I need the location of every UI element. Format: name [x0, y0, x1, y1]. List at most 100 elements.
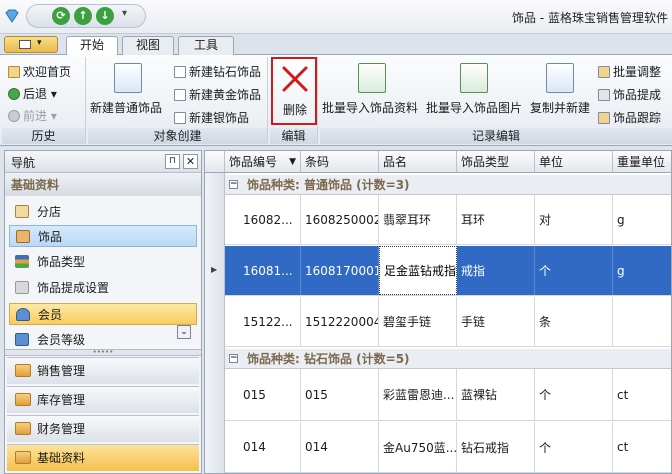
- new-silver-item-button[interactable]: 新建银饰品: [174, 109, 249, 126]
- cell-weight-unit[interactable]: g: [613, 246, 671, 295]
- commission-icon: [598, 89, 610, 101]
- ribbon-tab-row: ▾ 开始 视图 工具: [0, 34, 672, 56]
- cell-barcode[interactable]: 015: [301, 369, 379, 420]
- customize-toolbar-icon[interactable]: ▾: [122, 8, 127, 19]
- new-gold-item-button[interactable]: 新建黄金饰品: [174, 86, 261, 103]
- collapse-icon[interactable]: −: [229, 354, 238, 363]
- batch-import-data-button[interactable]: 批量导入饰品资料: [322, 99, 418, 116]
- collapse-icon[interactable]: −: [229, 180, 238, 189]
- nav-category-basic-data[interactable]: 基础资料: [7, 444, 199, 471]
- navigation-panel: 导航 ⊓ ✕ 基础资料 分店 饰品 饰品类型 饰品提成设置 会员 会员等级 ⌄ …: [4, 150, 202, 474]
- cell-unit[interactable]: 条: [535, 297, 613, 346]
- nav-item-member[interactable]: 会员: [9, 303, 197, 325]
- splitter-handle[interactable]: •••••: [5, 349, 201, 356]
- commission-icon: [15, 281, 29, 294]
- app-menu-button[interactable]: ▾: [4, 36, 58, 53]
- nav-title: 导航: [11, 156, 36, 170]
- jewelry-box-icon: [16, 230, 30, 243]
- table-row[interactable]: 014 014 金Au750蓝... 钻石戒指 个 ct: [225, 422, 671, 473]
- cell-barcode[interactable]: 014: [301, 422, 379, 472]
- cell-weight-unit[interactable]: ct: [613, 422, 671, 472]
- cell-unit[interactable]: 个: [535, 422, 613, 472]
- cell-name-focused[interactable]: 足金蓝钻戒指: [379, 246, 457, 295]
- tab-view[interactable]: 视图: [122, 36, 174, 55]
- column-header-barcode[interactable]: 条码: [301, 151, 379, 173]
- cell-item-code[interactable]: 014: [239, 422, 301, 472]
- cell-barcode[interactable]: 1512220004: [301, 297, 379, 346]
- cell-item-code[interactable]: 16082...: [239, 195, 301, 244]
- new-normal-item-button[interactable]: 新建普通饰品: [90, 99, 162, 116]
- nav-item-member-level[interactable]: 会员等级: [9, 329, 197, 347]
- tab-tools[interactable]: 工具: [178, 36, 234, 55]
- app-logo-icon: [4, 8, 20, 24]
- batch-adjust-button[interactable]: 批量调整: [598, 63, 661, 80]
- nav-item-commission-settings[interactable]: 饰品提成设置: [9, 277, 197, 299]
- folder-icon: [15, 451, 31, 464]
- nav-item-jewelry-type[interactable]: 饰品类型: [9, 251, 197, 273]
- cell-name[interactable]: 碧玺手链: [379, 297, 457, 346]
- cell-weight-unit[interactable]: ct: [613, 369, 671, 420]
- column-header-item-code[interactable]: 饰品编号 ▼: [225, 151, 301, 173]
- refresh-icon[interactable]: ⟳: [52, 7, 70, 25]
- new-doc-icon: [174, 66, 186, 78]
- forward-button[interactable]: 前进 ▾: [8, 107, 57, 124]
- row-indicator-header: [205, 151, 225, 173]
- history-group: 欢迎首页 后退 ▾ 前进 ▾ 历史: [2, 57, 86, 144]
- cell-barcode[interactable]: 1608170001: [301, 246, 379, 295]
- column-header-name[interactable]: 品名: [379, 151, 457, 173]
- delete-button[interactable]: 删除: [271, 57, 317, 125]
- table-row[interactable]: 15122... 1512220004 碧玺手链 手链 条: [225, 297, 671, 347]
- table-row-selected[interactable]: 16081... 1608170001 足金蓝钻戒指 戒指 个 g: [225, 246, 671, 296]
- move-up-icon[interactable]: ↑: [74, 7, 92, 25]
- cell-type[interactable]: 蓝裸钻: [457, 369, 535, 420]
- cell-item-code[interactable]: 15122...: [239, 297, 301, 346]
- cell-weight-unit[interactable]: g: [613, 195, 671, 244]
- commission-button[interactable]: 饰品提成: [598, 86, 661, 103]
- nav-header: 导航 ⊓ ✕: [5, 151, 201, 173]
- import-data-icon: [358, 63, 386, 93]
- cell-unit[interactable]: 个: [535, 246, 613, 295]
- move-down-icon[interactable]: ↓: [96, 7, 114, 25]
- item-trace-button[interactable]: 饰品跟踪: [598, 109, 661, 126]
- nav-item-jewelry[interactable]: 饰品: [9, 225, 197, 247]
- folder-icon: [15, 393, 31, 406]
- nav-category-sales[interactable]: 销售管理: [7, 357, 199, 384]
- cell-type[interactable]: 耳环: [457, 195, 535, 244]
- cell-type[interactable]: 手链: [457, 297, 535, 346]
- tab-start[interactable]: 开始: [66, 36, 118, 56]
- column-header-type[interactable]: 饰品类型: [457, 151, 535, 173]
- cell-name[interactable]: 翡翠耳环: [379, 195, 457, 244]
- batch-import-image-button[interactable]: 批量导入饰品图片: [426, 99, 522, 116]
- nav-item-branch[interactable]: 分店: [9, 201, 197, 223]
- new-diamond-item-button[interactable]: 新建钻石饰品: [174, 63, 261, 80]
- group-row[interactable]: − 饰品种类: 普通饰品 (计数=3): [225, 175, 671, 195]
- cell-item-code[interactable]: 16081...: [239, 246, 301, 295]
- cell-type[interactable]: 戒指: [457, 246, 535, 295]
- nav-category-inventory[interactable]: 库存管理: [7, 386, 199, 413]
- back-button[interactable]: 后退 ▾: [8, 85, 57, 102]
- column-header-unit[interactable]: 单位: [535, 151, 613, 173]
- close-icon[interactable]: ✕: [183, 154, 198, 169]
- cell-name[interactable]: 金Au750蓝...: [379, 422, 457, 472]
- cell-unit[interactable]: 个: [535, 369, 613, 420]
- table-row[interactable]: 16082... 1608250002 翡翠耳环 耳环 对 g: [225, 195, 671, 245]
- records-group: 批量导入饰品资料 批量导入饰品图片 复制并新建 批量调整 饰品提成 饰品跟踪 记…: [320, 57, 672, 144]
- edit-group: 删除 编辑: [270, 57, 318, 144]
- create-group: 新建普通饰品 新建钻石饰品 新建黄金饰品 新建银饰品 对象创建: [88, 57, 268, 144]
- column-header-weight-unit[interactable]: 重量单位: [613, 151, 671, 173]
- pin-icon[interactable]: ⊓: [165, 154, 180, 169]
- table-row[interactable]: 015 015 彩蓝雷恩迪... 蓝裸钻 个 ct: [225, 369, 671, 421]
- copy-and-new-button[interactable]: 复制并新建: [530, 99, 590, 116]
- jewelry-grid: 饰品编号 ▼ 条码 品名 饰品类型 单位 重量单位 ▶ − 饰品种类: 普通饰品 (…: [204, 150, 672, 474]
- cell-name[interactable]: 彩蓝雷恩迪...: [379, 369, 457, 420]
- group-row[interactable]: − 饰品种类: 钻石饰品 (计数=5): [225, 349, 671, 369]
- cell-weight-unit[interactable]: [613, 297, 671, 346]
- new-doc-icon: [174, 89, 186, 101]
- cell-unit[interactable]: 对: [535, 195, 613, 244]
- cell-type[interactable]: 钻石戒指: [457, 422, 535, 472]
- welcome-button[interactable]: 欢迎首页: [8, 63, 71, 80]
- scroll-down-icon[interactable]: ⌄: [177, 325, 191, 339]
- cell-barcode[interactable]: 1608250002: [301, 195, 379, 244]
- cell-item-code[interactable]: 015: [239, 369, 301, 420]
- nav-category-finance[interactable]: 财务管理: [7, 415, 199, 442]
